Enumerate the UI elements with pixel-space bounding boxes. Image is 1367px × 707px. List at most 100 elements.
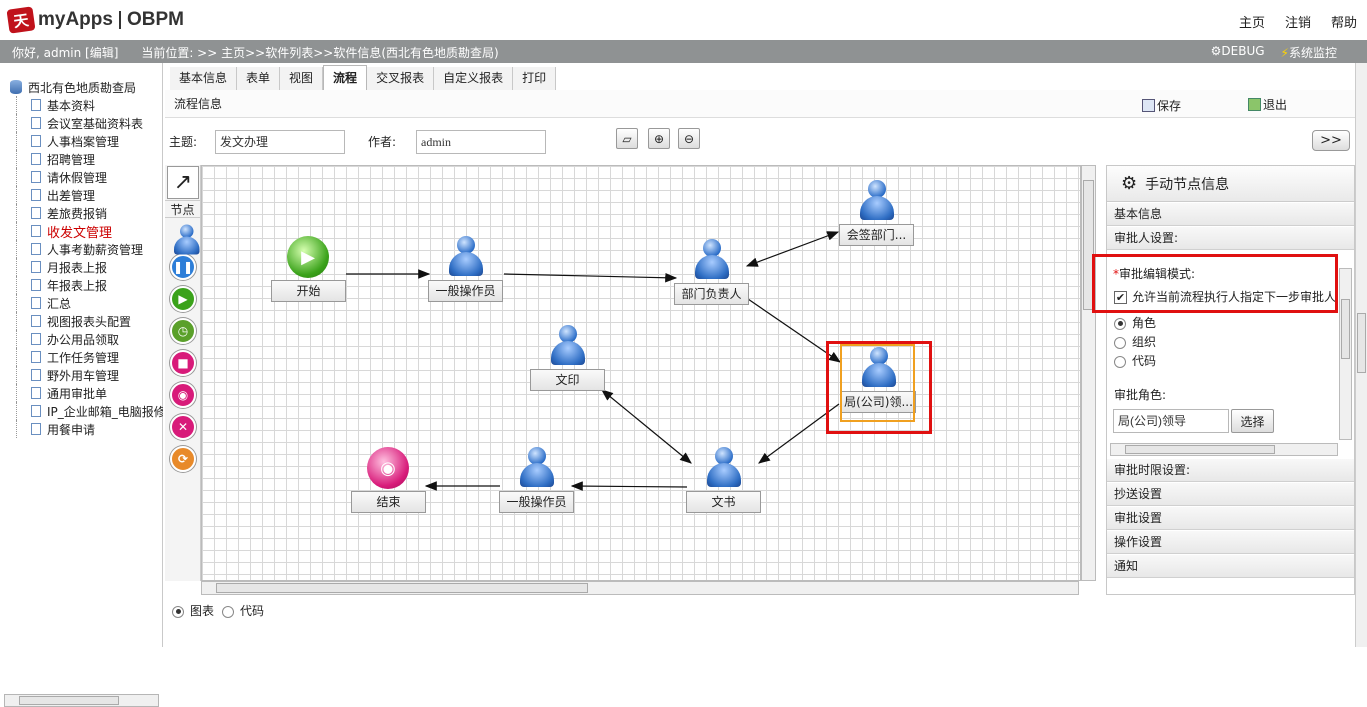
edge-dept-cosign[interactable] [745, 231, 840, 267]
code-view-radio[interactable]: 代码 [222, 602, 264, 619]
flow-node-dept-head[interactable]: 部门负责人 [674, 239, 749, 305]
section-approver-settings[interactable]: 审批人设置: [1107, 227, 1354, 250]
tree-item[interactable]: 工作任务管理 [16, 348, 163, 366]
person-icon [520, 447, 554, 491]
tree-item[interactable]: 通用审批单 [16, 384, 163, 402]
subflow-node-tool[interactable]: ⟳ [167, 443, 199, 474]
exit-button[interactable]: 退出 [1248, 96, 1287, 113]
tree-item-label: 用餐申请 [47, 422, 96, 437]
expand-panel-button[interactable]: >> [1312, 130, 1350, 151]
tree-item[interactable]: 基本资料 [16, 96, 163, 114]
manual-node-tool[interactable] [167, 219, 200, 254]
zoom-out-button[interactable]: ⊖ [678, 128, 700, 149]
tree-item[interactable]: 会议室基础资料表 [16, 114, 163, 132]
tab-1[interactable]: 表单 [237, 67, 281, 90]
zoom-in-button[interactable]: ⊕ [648, 128, 670, 149]
edge-op1-dept[interactable] [503, 272, 678, 283]
tree-item[interactable]: 招聘管理 [16, 150, 163, 168]
tab-6[interactable]: 打印 [513, 67, 557, 90]
radio-icon [1114, 336, 1126, 349]
flow-node-operator-1[interactable]: 一般操作员 [428, 236, 503, 302]
tab-3[interactable]: 流程 [323, 65, 368, 90]
tree-item[interactable]: 收发文管理 [16, 222, 163, 241]
save-button[interactable]: 保存 [1142, 97, 1181, 114]
help-link[interactable]: 帮助 [1331, 12, 1357, 31]
tab-4[interactable]: 交叉报表 [367, 67, 435, 90]
flow-node-start[interactable]: ▶ 开始 [271, 236, 346, 302]
stop-icon: ■ [170, 349, 196, 376]
sidebar: 西北有色地质勘查局 基本资料 会议室基础资料表 人事档案管理 招聘管理 请休假管理 出差管… [0, 63, 163, 707]
subject-input[interactable]: 发文办理 [215, 130, 345, 154]
section-time-limit[interactable]: 审批时限设置: [1107, 459, 1354, 482]
flow-node-cosign[interactable]: 会签部门... [839, 180, 914, 246]
sidebar-hscrollbar[interactable] [4, 694, 159, 707]
section-notify[interactable]: 通知 [1107, 555, 1354, 578]
tab-0[interactable]: 基本信息 [170, 67, 238, 90]
tab-5[interactable]: 自定义报表 [434, 67, 514, 90]
page-vscrollbar[interactable] [1355, 63, 1367, 647]
author-input[interactable]: admin [416, 130, 546, 154]
flow-canvas[interactable]: ▶ 开始 一般操作员 部门负责人 会签部门... 局(公司)领... 文印 文书… [201, 165, 1081, 581]
user-greeting[interactable]: 你好, admin [编辑] [12, 46, 118, 60]
option-role[interactable]: 角色 [1114, 314, 1156, 331]
tree-item[interactable]: 人事考勤薪资管理 [16, 240, 163, 258]
panel-vscrollbar[interactable] [1339, 268, 1352, 440]
radio-icon [1114, 355, 1126, 368]
start-node-tool[interactable]: ▶ [167, 283, 199, 314]
timer-node-tool[interactable]: ◷ [167, 315, 199, 346]
arrow-pointer-icon: ↗ [173, 170, 193, 195]
tree-item[interactable]: 出差管理 [16, 186, 163, 204]
node-label: 文书 [686, 491, 761, 513]
canvas-vscrollbar[interactable] [1081, 165, 1096, 581]
chart-view-radio[interactable]: 图表 [172, 602, 214, 619]
tab-2[interactable]: 视图 [280, 67, 324, 90]
author-label: 作者: [368, 135, 397, 149]
radio-icon [222, 605, 235, 618]
flow-node-end[interactable]: ◉ 结束 [351, 447, 426, 513]
document-icon [31, 261, 41, 273]
logout-link[interactable]: 注销 [1285, 12, 1311, 31]
tree-item[interactable]: IP_企业邮箱_电脑报修 [16, 402, 163, 420]
option-org[interactable]: 组织 [1114, 333, 1156, 350]
role-input[interactable]: 局(公司)领导 [1113, 409, 1229, 433]
canvas-hscrollbar[interactable] [201, 581, 1079, 595]
flow-node-operator-2[interactable]: 一般操作员 [499, 447, 574, 513]
stop-node-tool[interactable]: ■ [167, 347, 199, 378]
target-icon: ◉ [170, 381, 196, 408]
pointer-tool[interactable]: ↗ [167, 166, 199, 199]
play-icon: ▶ [287, 236, 329, 278]
flow-node-print[interactable]: 文印 [530, 325, 605, 391]
section-basic-info[interactable]: 基本信息 [1107, 203, 1354, 226]
page-header: 流程信息 保存 退出 [165, 90, 1367, 118]
tree-item[interactable]: 人事档案管理 [16, 132, 163, 150]
end-node-tool[interactable]: ◉ [167, 379, 199, 410]
monitor-link[interactable]: ⚡系统监控 [1281, 44, 1337, 61]
flow-node-clerk[interactable]: 文书 [686, 447, 761, 513]
tree-item[interactable]: 视图报表头配置 [16, 312, 163, 330]
section-operation[interactable]: 操作设置 [1107, 531, 1354, 554]
tree-item[interactable]: 汇总 [16, 294, 163, 312]
edge-clerk-op2[interactable] [570, 481, 688, 491]
tree-item[interactable]: 年报表上报 [16, 276, 163, 294]
tree-item[interactable]: 野外用车管理 [16, 366, 163, 384]
section-approval[interactable]: 审批设置 [1107, 507, 1354, 530]
tree-item[interactable]: 月报表上报 [16, 258, 163, 276]
debug-link[interactable]: ⚙DEBUG [1211, 44, 1265, 61]
choose-role-button[interactable]: 选择 [1231, 409, 1274, 433]
panel-hscrollbar[interactable] [1110, 443, 1338, 456]
home-link[interactable]: 主页 [1239, 12, 1265, 31]
eraser-button[interactable]: ▱ [616, 128, 638, 149]
tree-item[interactable]: 请休假管理 [16, 168, 163, 186]
edge-print-clerk[interactable] [601, 389, 692, 464]
suspend-node-tool[interactable]: ❚❚ [167, 251, 199, 282]
tree-item[interactable]: 办公用品领取 [16, 330, 163, 348]
highlight-box-node [826, 341, 932, 434]
zoom-in-icon: ⊕ [653, 131, 665, 146]
tree-root[interactable]: 西北有色地质勘查局 [10, 78, 163, 96]
tree-item[interactable]: 差旅费报销 [16, 204, 163, 222]
section-cc[interactable]: 抄送设置 [1107, 483, 1354, 506]
option-code[interactable]: 代码 [1114, 352, 1156, 369]
document-icon [31, 423, 41, 435]
abort-node-tool[interactable]: ✕ [167, 411, 199, 442]
tree-item[interactable]: 用餐申请 [16, 420, 163, 438]
